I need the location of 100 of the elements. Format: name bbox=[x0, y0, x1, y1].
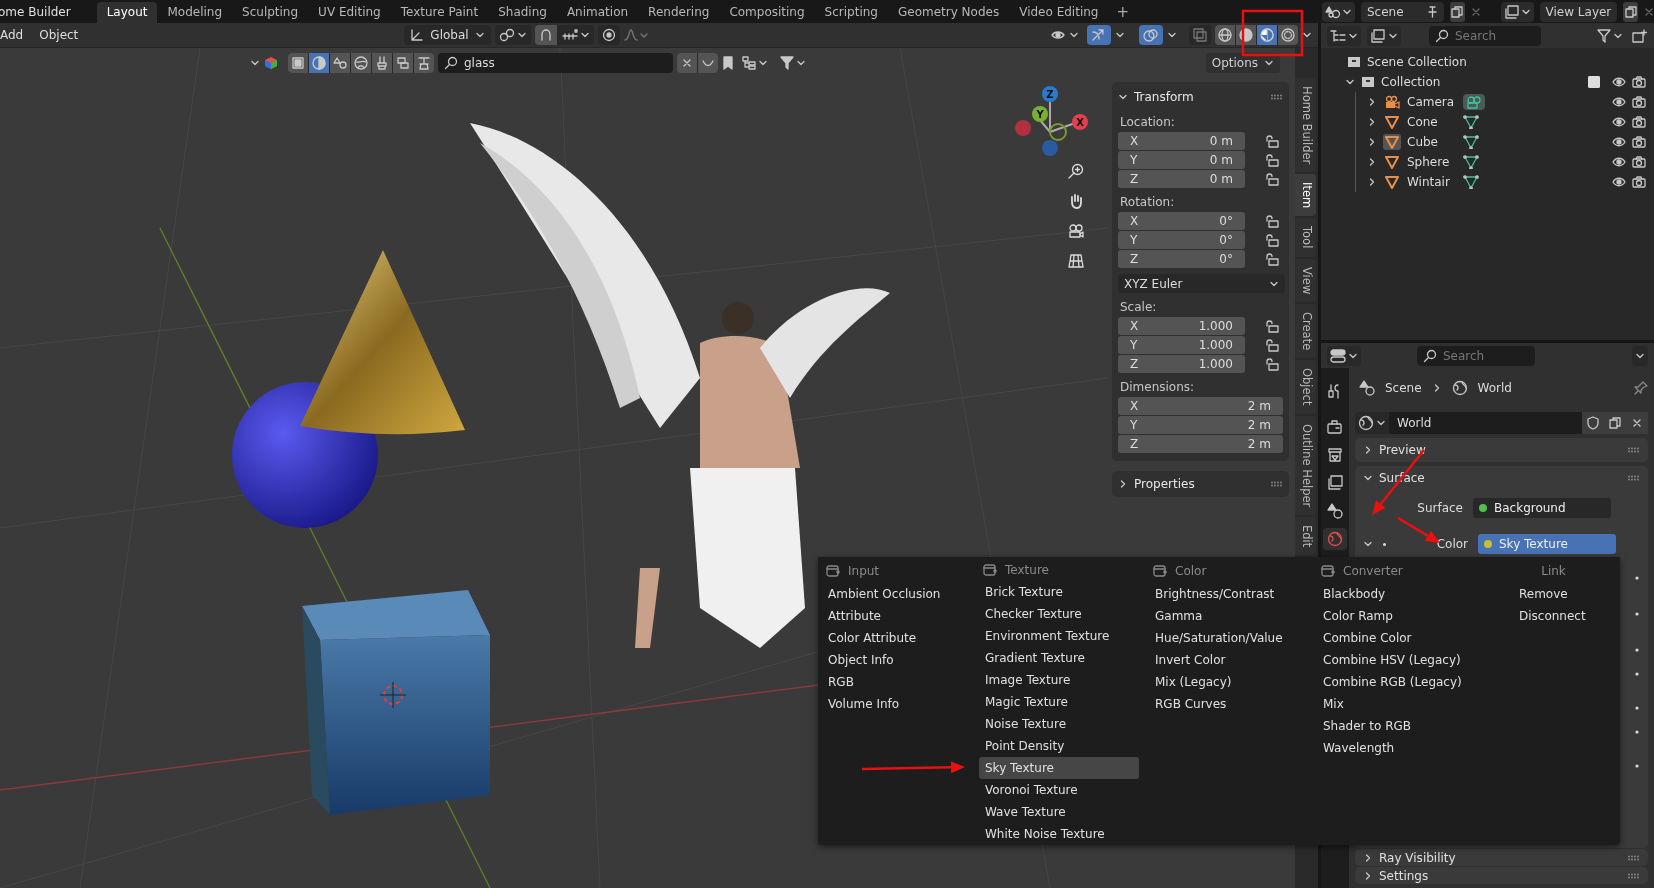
drag-handle-icon[interactable] bbox=[1628, 475, 1640, 481]
unlocked-padlock-icon[interactable] bbox=[1265, 153, 1279, 167]
menu-item[interactable]: Remove bbox=[1513, 583, 1614, 605]
workspace-tab[interactable]: Scripting bbox=[814, 2, 888, 23]
proportional-edit-toggle[interactable] bbox=[597, 25, 620, 45]
sidebar-tab[interactable]: Object bbox=[1295, 360, 1316, 414]
shader-node-field[interactable]: Background bbox=[1473, 498, 1611, 518]
eye-icon[interactable] bbox=[1612, 96, 1626, 108]
menu-item[interactable]: Hue/Saturation/Value bbox=[1149, 627, 1307, 649]
chevron-down-icon[interactable] bbox=[1118, 92, 1128, 102]
eye-icon[interactable] bbox=[1612, 176, 1626, 188]
panel-title[interactable]: Preview bbox=[1379, 443, 1426, 457]
drag-handle-icon[interactable] bbox=[1628, 854, 1640, 861]
search-field[interactable]: Search bbox=[1429, 25, 1541, 46]
search-field[interactable]: glass bbox=[438, 53, 673, 73]
search-field[interactable]: Search bbox=[1417, 345, 1535, 366]
menu-item[interactable]: Image Texture bbox=[979, 669, 1139, 691]
breadcrumb-item[interactable]: World bbox=[1477, 381, 1512, 395]
sidebar-tab[interactable]: Edit bbox=[1295, 517, 1316, 556]
sidebar-tab[interactable]: Item bbox=[1295, 174, 1316, 217]
expand-toggle[interactable] bbox=[1363, 870, 1373, 881]
filter-toggle-button[interactable] bbox=[414, 53, 434, 73]
tree-item[interactable]: Cube bbox=[1407, 135, 1457, 149]
unlocked-padlock-icon[interactable] bbox=[1265, 252, 1279, 266]
panel-title[interactable]: Settings bbox=[1379, 868, 1429, 883]
scene-selector-button[interactable] bbox=[1322, 1, 1355, 22]
menu-item[interactable]: Wavelength bbox=[1317, 737, 1487, 759]
close-icon[interactable] bbox=[1644, 6, 1654, 17]
number-field[interactable]: Y 0 m bbox=[1118, 151, 1245, 169]
menu-item[interactable]: Invert Color bbox=[1149, 649, 1307, 671]
chevron-down-icon[interactable] bbox=[1363, 539, 1373, 549]
number-field[interactable]: Z 1.000 bbox=[1118, 355, 1245, 373]
filter-toggle-button[interactable] bbox=[393, 53, 413, 73]
unlocked-padlock-icon[interactable] bbox=[1265, 134, 1279, 148]
menu-item[interactable]: Object bbox=[33, 26, 85, 44]
unlocked-padlock-icon[interactable] bbox=[1265, 338, 1279, 352]
copy-button[interactable] bbox=[1623, 1, 1638, 22]
chevron-down-icon[interactable] bbox=[250, 58, 260, 68]
workspace-tab[interactable]: Animation bbox=[556, 2, 639, 23]
unlocked-padlock-icon[interactable] bbox=[1265, 233, 1279, 247]
menu-item[interactable]: Environment Texture bbox=[979, 625, 1139, 647]
menu-item[interactable]: Combine RGB (Legacy) bbox=[1317, 671, 1487, 693]
mesh-data-icon[interactable] bbox=[1463, 175, 1479, 189]
drag-handle-icon[interactable] bbox=[1271, 481, 1283, 487]
camera-render-icon[interactable] bbox=[1632, 136, 1646, 148]
object-type-icon[interactable] bbox=[1383, 134, 1401, 150]
snap-toggle[interactable] bbox=[534, 25, 557, 45]
menu-item[interactable]: Gradient Texture bbox=[979, 647, 1139, 669]
display-mode-dropdown[interactable] bbox=[1367, 25, 1401, 46]
sidebar-tab[interactable]: View bbox=[1295, 258, 1316, 303]
number-field[interactable]: X 0 m bbox=[1118, 132, 1245, 150]
unlink-button[interactable] bbox=[1626, 412, 1648, 434]
menu-item[interactable]: RGB bbox=[822, 671, 969, 693]
menu-item[interactable]: Attribute bbox=[822, 605, 969, 627]
eye-icon[interactable] bbox=[1612, 156, 1626, 168]
chevron-down-icon[interactable] bbox=[1302, 30, 1312, 40]
menu-item[interactable]: Combine HSV (Legacy) bbox=[1317, 649, 1487, 671]
invert-filter-button[interactable] bbox=[698, 53, 718, 73]
menu-item[interactable]: Point Density bbox=[979, 735, 1139, 757]
menu-item[interactable]: Magic Texture bbox=[979, 691, 1139, 713]
view-layer-selector-button[interactable] bbox=[1500, 1, 1534, 22]
menu-item[interactable]: Blackbody bbox=[1317, 583, 1487, 605]
panel-title[interactable]: Properties bbox=[1134, 477, 1195, 491]
menu-item[interactable]: Color Ramp bbox=[1317, 605, 1487, 627]
menu-item[interactable]: Brick Texture bbox=[979, 581, 1139, 603]
menu-item[interactable]: Gamma bbox=[1149, 605, 1307, 627]
close-icon[interactable] bbox=[1470, 6, 1481, 17]
unlocked-padlock-icon[interactable] bbox=[1265, 214, 1279, 228]
tree-item[interactable]: Scene Collection bbox=[1367, 55, 1467, 69]
unlocked-padlock-icon[interactable] bbox=[1265, 319, 1279, 333]
transform-orientation-dropdown[interactable]: Global bbox=[404, 25, 491, 45]
mesh-data-icon[interactable] bbox=[1463, 135, 1479, 149]
mesh-data-icon[interactable] bbox=[1463, 155, 1479, 169]
expand-toggle[interactable] bbox=[1363, 473, 1373, 483]
filter-toggle-button[interactable] bbox=[372, 53, 392, 73]
eye-icon[interactable] bbox=[1612, 136, 1626, 148]
menu-item[interactable]: White Noise Texture bbox=[979, 823, 1139, 845]
camera-render-icon[interactable] bbox=[1632, 76, 1646, 88]
menu-item[interactable]: Ambient Occlusion bbox=[822, 583, 969, 605]
fake-user-button[interactable] bbox=[1582, 412, 1604, 434]
number-field[interactable]: X 0° bbox=[1118, 212, 1245, 230]
menu-item[interactable]: Wave Texture bbox=[979, 801, 1139, 823]
gizmo-toggle[interactable] bbox=[1087, 25, 1111, 45]
chevron-down-icon[interactable] bbox=[1167, 30, 1177, 40]
object-type-icon[interactable] bbox=[1383, 174, 1401, 190]
menu-item[interactable]: Sky Texture bbox=[979, 757, 1139, 779]
pivot-dropdown[interactable] bbox=[494, 25, 531, 45]
shading-mode-button[interactable] bbox=[1215, 25, 1235, 45]
menu-item[interactable]: Brightness/Contrast bbox=[1149, 583, 1307, 605]
sidebar-tab[interactable]: Tool bbox=[1295, 218, 1316, 257]
menu-item[interactable]: Mix (Legacy) bbox=[1149, 671, 1307, 693]
shader-node-field[interactable]: Sky Texture bbox=[1478, 534, 1616, 554]
drag-handle-icon[interactable] bbox=[1628, 872, 1640, 879]
camera-render-icon[interactable] bbox=[1632, 116, 1646, 128]
number-field[interactable]: X 2 m bbox=[1118, 397, 1283, 415]
shading-mode-button[interactable] bbox=[1257, 25, 1277, 45]
number-field[interactable]: Y 0° bbox=[1118, 231, 1245, 249]
pin-icon[interactable] bbox=[1634, 381, 1648, 395]
camera-render-icon[interactable] bbox=[1632, 96, 1646, 108]
panel-title[interactable]: Transform bbox=[1134, 90, 1194, 104]
